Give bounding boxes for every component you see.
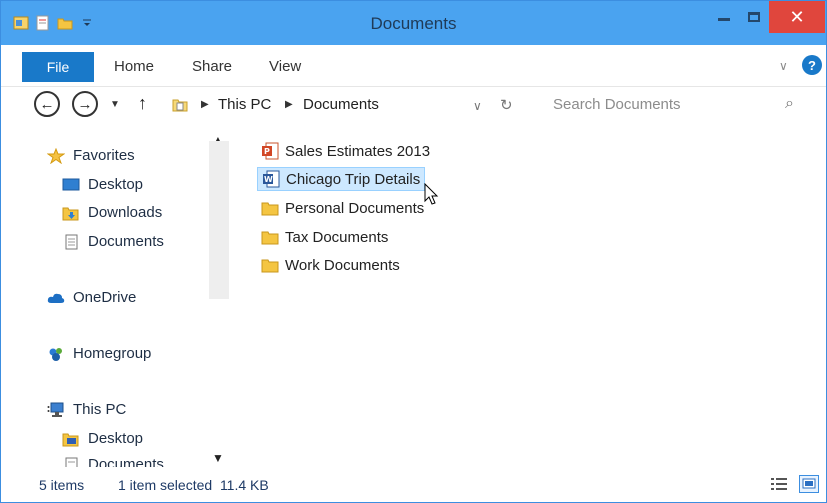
expand-ribbon-icon[interactable]: ∨ [779,59,788,73]
breadcrumb-separator-icon[interactable]: ▶ [285,99,293,110]
forward-arrow-icon: → [77,95,93,113]
status-bar: 5 items 1 item selected 11.4 KB [1,469,826,502]
file-item[interactable]: P Sales Estimates 2013 [257,139,434,163]
nav-homegroup[interactable]: Homegroup [47,345,151,362]
address-bar-row: ← → ▼ ↑ ▶ This PC ▶ Documents ∨ ↻ Search… [1,87,826,127]
mouse-pointer-icon [424,182,440,207]
file-explorer-window: Documents ✕ File Home Share View ∨ ? ← →… [0,0,827,503]
file-item[interactable]: Personal Documents [257,196,428,220]
tab-view[interactable]: View [269,58,301,75]
nav-item-documents[interactable]: Documents [62,233,164,250]
computer-icon [47,402,65,418]
nav-onedrive-label: OneDrive [73,289,137,306]
navpane-scrollbar-thumb[interactable] [209,141,229,299]
details-view-icon[interactable] [769,475,789,493]
search-input[interactable]: Search Documents [553,96,783,113]
folder-icon [261,228,279,246]
file-item-selected[interactable]: W Chicago Trip Details [257,167,426,191]
word-file-icon: W [262,170,280,188]
nav-onedrive[interactable]: OneDrive [47,289,136,306]
refresh-icon[interactable]: ↻ [500,96,513,114]
tab-share[interactable]: Share [192,58,232,75]
item-count: 5 items [39,477,85,493]
file-name: Tax Documents [285,228,389,246]
nav-item-label: Desktop [88,176,144,193]
file-list: P Sales Estimates 2013 W Chicago Trip De… [251,135,811,465]
forward-button[interactable]: → [72,91,98,117]
nav-favorites-label: Favorites [73,147,135,164]
close-icon: ✕ [789,6,805,27]
nav-item-desktop[interactable]: Desktop [62,176,143,193]
folder-icon [261,199,279,217]
scroll-down-icon[interactable]: ▼ [212,451,224,465]
file-name: Sales Estimates 2013 [285,142,431,160]
close-button[interactable]: ✕ [769,1,825,33]
tab-file[interactable]: File [22,52,94,82]
ribbon-tabs: File Home Share View ∨ ? [1,45,826,87]
nav-item-documents-clipped[interactable]: Documents [62,453,212,467]
nav-item-downloads[interactable]: Downloads [62,204,162,221]
breadcrumb-documents[interactable]: Documents [303,96,379,113]
minimize-icon [718,17,730,21]
nav-homegroup-label: Homegroup [73,345,152,362]
file-name: Chicago Trip Details [286,170,421,188]
breadcrumb-separator-icon[interactable]: ▶ [201,99,209,110]
star-icon [46,147,66,164]
desktop-icon [62,177,80,193]
back-button[interactable]: ← [34,91,60,117]
cloud-icon [47,290,65,306]
large-icons-view-icon[interactable] [799,475,819,493]
nav-this-pc[interactable]: This PC [47,401,126,418]
nav-item-documents[interactable]: Documents [62,456,164,467]
breadcrumb-this-pc[interactable]: This PC [218,96,271,113]
nav-item-label: Documents [88,456,164,467]
desktop-folder-icon [62,431,80,447]
file-name: Work Documents [285,256,400,274]
documents-icon [62,234,80,250]
nav-item-desktop[interactable]: Desktop [62,430,143,447]
svg-text:W: W [264,175,273,184]
file-name: Personal Documents [285,199,425,217]
folder-icon [261,256,279,274]
recent-locations-dropdown[interactable]: ▼ [110,99,120,110]
back-arrow-icon: ← [39,95,55,113]
maximize-icon [748,12,760,22]
documents-location-icon [172,97,188,113]
up-button[interactable]: ↑ [138,93,147,114]
help-icon[interactable]: ? [802,55,822,75]
nav-this-pc-label: This PC [73,401,127,418]
documents-icon [62,457,80,467]
nav-item-label: Documents [88,233,164,250]
search-icon[interactable]: ⌕ [785,95,794,113]
title-bar[interactable]: Documents ✕ [1,1,826,45]
file-item[interactable]: Work Documents [257,253,404,277]
nav-favorites[interactable]: Favorites [46,147,135,164]
selection-info: 1 item selected 11.4 KB [118,477,269,493]
svg-text:P: P [264,147,270,156]
file-item[interactable]: Tax Documents [257,225,392,249]
address-history-dropdown[interactable]: ∨ [473,99,482,113]
nav-item-label: Downloads [88,204,163,221]
powerpoint-file-icon: P [261,142,279,160]
nav-item-label: Desktop [88,430,144,447]
homegroup-icon [47,346,65,362]
tab-home[interactable]: Home [114,58,154,75]
downloads-folder-icon [62,205,80,221]
